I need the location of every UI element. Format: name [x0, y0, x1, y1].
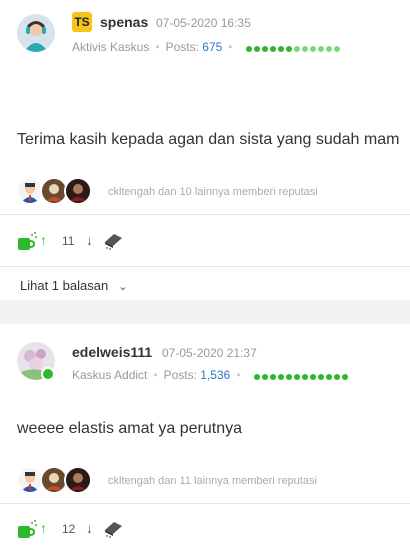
online-status-dot: [41, 367, 55, 381]
username[interactable]: edelweis111: [72, 344, 152, 360]
vote-bar: ↑ 11 ↓: [16, 232, 156, 252]
divider: [0, 266, 410, 267]
reputation-bar: [245, 41, 342, 55]
view-replies-label: Lihat 1 balasan: [20, 278, 109, 293]
divider: [0, 503, 410, 504]
vote-count: 11: [62, 234, 75, 248]
user-avatar[interactable]: [17, 14, 55, 52]
vote-count: 12: [62, 522, 76, 536]
thread-starter-badge: TS: [72, 12, 92, 32]
cendol-cup-icon[interactable]: [16, 520, 38, 543]
post-timestamp: 07-05-2020 21:37: [162, 346, 257, 360]
rep-avatar-3: [64, 466, 92, 494]
reputation-text[interactable]: ckltengah dan 11 lainnya memberi reputas…: [108, 475, 317, 487]
downvote-arrow-icon[interactable]: ↓: [86, 232, 93, 248]
downvote-arrow-icon[interactable]: ↓: [86, 520, 93, 536]
divider: [0, 214, 410, 215]
reputation-avatars[interactable]: [16, 466, 96, 494]
bata-brick-icon[interactable]: [102, 518, 124, 541]
comment-post-1: TS spenas 07-05-2020 16:35 Aktivis Kasku…: [0, 0, 410, 322]
chevron-down-icon: ⌄: [118, 281, 128, 293]
upvote-arrow-icon[interactable]: ↑: [40, 232, 47, 248]
post-content: Terima kasih kepada agan dan sista yang …: [17, 131, 400, 148]
posts-count: 675: [202, 40, 223, 54]
post-timestamp: 07-05-2020 16:35: [156, 16, 251, 30]
username[interactable]: spenas: [100, 14, 148, 30]
user-meta: Kaskus Addict • Posts: 1,536 •: [72, 368, 350, 383]
user-rank: Aktivis Kaskus: [72, 40, 150, 54]
posts-label: Posts:: [165, 40, 199, 54]
vote-bar: ↑ 12 ↓: [16, 520, 156, 540]
user-meta: Aktivis Kaskus • Posts: 675 •: [72, 40, 342, 55]
reputation-bar: [253, 369, 350, 383]
cendol-cup-icon[interactable]: [16, 232, 38, 255]
avatar-image: [17, 14, 55, 52]
post-separator: [0, 300, 410, 324]
view-replies-link[interactable]: Lihat 1 balasan ⌄: [20, 278, 127, 293]
comment-post-2: edelweis111 07-05-2020 21:37 Kaskus Addi…: [0, 324, 410, 548]
upvote-arrow-icon[interactable]: ↑: [40, 520, 47, 536]
rep-avatar-3: [64, 177, 92, 205]
bata-brick-icon[interactable]: [102, 230, 124, 253]
posts-count: 1,536: [200, 368, 231, 382]
posts-label: Posts:: [163, 368, 197, 382]
reputation-avatars[interactable]: [16, 177, 96, 205]
post-content: weeee elastis amat ya perutnya: [17, 420, 243, 437]
user-rank: Kaskus Addict: [72, 368, 148, 382]
reputation-text[interactable]: ckltengah dan 10 lainnya memberi reputas…: [108, 186, 318, 198]
